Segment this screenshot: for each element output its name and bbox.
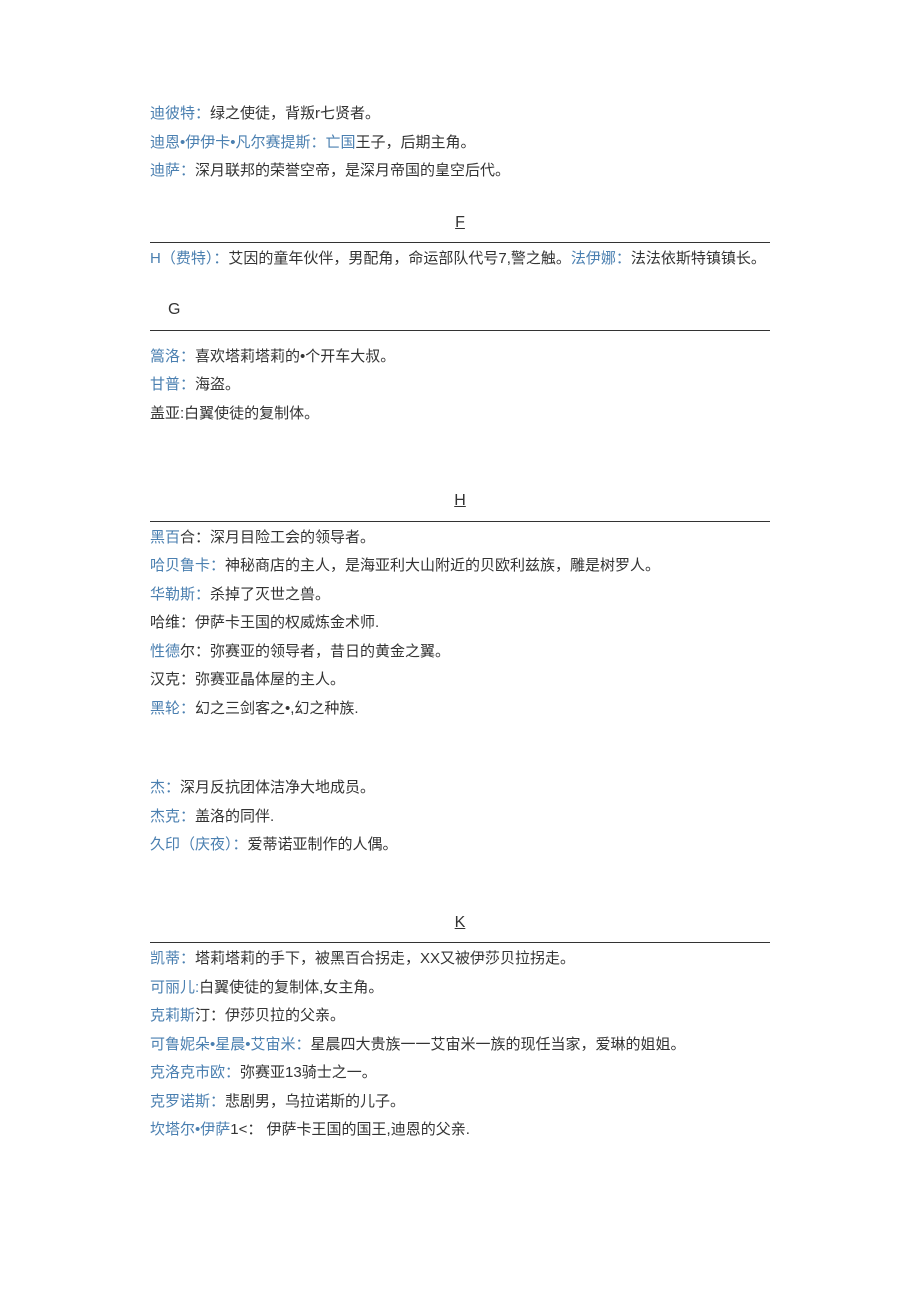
entry: 甘普：海盗。	[150, 371, 770, 400]
entry-name: 久印（庆夜）：	[150, 836, 248, 853]
entry-name: H（费特）：	[150, 250, 228, 267]
entry-name: 坎塔尔•伊萨	[150, 1121, 230, 1138]
entry-desc: 1<： 伊萨卡王国的国王,迪恩的父亲.	[230, 1121, 470, 1138]
entry-desc: 喜欢塔莉塔莉的•个开车大叔。	[195, 348, 395, 365]
spacer	[150, 729, 770, 774]
entry-desc: 尔：弥赛亚的领导者，昔日的黄金之翼。	[180, 643, 450, 660]
entry: 黑轮：幻之三剑客之•,幻之种族.	[150, 695, 770, 724]
entry: 迪彼特：绿之使徒，背叛r七贤者。	[150, 100, 770, 129]
entry: 华勒斯：杀掉了灭世之兽。	[150, 581, 770, 610]
entry-name: 杰：	[150, 779, 180, 796]
entry: 杰克：盖洛的同伴.	[150, 803, 770, 832]
entry: 克莉斯汀：伊莎贝拉的父亲。	[150, 1002, 770, 1031]
entry-name: 凯蒂：	[150, 950, 195, 967]
entry-name: 可丽儿:	[150, 979, 199, 996]
entry: 哈维：伊萨卡王国的权威炼金术师.	[150, 609, 770, 638]
entry: 盖亚:白翼使徒的复制体。	[150, 400, 770, 429]
entry-desc: 盖洛的同伴.	[195, 808, 274, 825]
entry: 杰：深月反抗团体洁净大地成员。	[150, 774, 770, 803]
entry: 久印（庆夜）：爱蒂诺亚制作的人偶。	[150, 831, 770, 860]
entry-name: 可鲁妮朵•星晨•艾宙米：	[150, 1036, 311, 1053]
entry-desc: 白翼使徒的复制体,女主角。	[199, 979, 383, 996]
entry-name: 甘普：	[150, 376, 195, 393]
entry-name: 克洛克市欧：	[150, 1064, 240, 1081]
divider	[150, 521, 770, 522]
entry-name: 华勒斯：	[150, 586, 210, 603]
entry-name: 性德	[150, 643, 180, 660]
entry-name: 黑轮：	[150, 700, 195, 717]
entry-name: 黑百	[150, 529, 180, 546]
entry: 凯蒂：塔莉塔莉的手下，被黑百合拐走，XX又被伊莎贝拉拐走。	[150, 945, 770, 974]
entry-name: 哈贝鲁卡：	[150, 557, 225, 574]
entry-desc: 杀掉了灭世之兽。	[210, 586, 330, 603]
entry-desc: 海盗。	[195, 376, 240, 393]
entries-j: 杰：深月反抗团体洁净大地成员。 杰克：盖洛的同伴. 久印（庆夜）：爱蒂诺亚制作的…	[150, 774, 770, 860]
entry-name: 杰克：	[150, 808, 195, 825]
entry: 可丽儿:白翼使徒的复制体,女主角。	[150, 974, 770, 1003]
entry: 黑百合：深月目险工会的领导者。	[150, 524, 770, 553]
spacer	[150, 434, 770, 464]
section-letter-f: F	[150, 208, 770, 238]
divider	[150, 942, 770, 943]
entry-desc: 弥赛亚13骑士之一。	[240, 1064, 377, 1081]
entry-name: 克莉斯	[150, 1007, 195, 1024]
entry-desc: 星晨四大贵族一一艾宙米一族的现任当家，爱琳的姐姐。	[311, 1036, 686, 1053]
entries-top: 迪彼特：绿之使徒，背叛r七贤者。 迪恩•伊伊卡•凡尔赛提斯：亡国王子，后期主角。…	[150, 100, 770, 186]
divider	[150, 330, 770, 331]
entry: 克罗诺斯：悲剧男，乌拉诺斯的儿子。	[150, 1088, 770, 1117]
entry-name: 迪萨：	[150, 162, 195, 179]
entry-name: 迪恩•伊伊卡•凡尔赛提斯：	[150, 134, 326, 151]
entry-desc: 法法依斯特镇镇长。	[631, 250, 766, 267]
entry-desc: 王子，后期主角。	[356, 134, 476, 151]
entry-desc: 爱蒂诺亚制作的人偶。	[248, 836, 398, 853]
entry-desc: 汀：伊莎贝拉的父亲。	[195, 1007, 345, 1024]
entry: 坎塔尔•伊萨1<： 伊萨卡王国的国王,迪恩的父亲.	[150, 1116, 770, 1145]
entry-desc: 汉克：弥赛亚晶体屋的主人。	[150, 671, 345, 688]
entry: 篙洛：喜欢塔莉塔莉的•个开车大叔。	[150, 343, 770, 372]
spacer	[150, 333, 770, 343]
entry-desc: 深月联邦的荣誉空帝，是深月帝国的皇空后代。	[195, 162, 510, 179]
entry-desc: 塔莉塔莉的手下，被黑百合拐走，XX又被伊莎贝拉拐走。	[195, 950, 575, 967]
entries-g: 篙洛：喜欢塔莉塔莉的•个开车大叔。 甘普：海盗。 盖亚:白翼使徒的复制体。	[150, 343, 770, 429]
section-letter-k: K	[150, 908, 770, 938]
entry-desc: 哈维：伊萨卡王国的权威炼金术师.	[150, 614, 379, 631]
entry: 性德尔：弥赛亚的领导者，昔日的黄金之翼。	[150, 638, 770, 667]
entry-name: 篙洛：	[150, 348, 195, 365]
entry: 汉克：弥赛亚晶体屋的主人。	[150, 666, 770, 695]
spacer	[150, 866, 770, 886]
entry: 哈贝鲁卡：神秘商店的主人，是海亚利大山附近的贝欧利兹族，雕是树罗人。	[150, 552, 770, 581]
entry-desc: 艾因的童年伙伴，男配角，命运部队代号7,警之触。	[228, 250, 571, 267]
divider	[150, 242, 770, 243]
entry: 可鲁妮朵•星晨•艾宙米：星晨四大贵族一一艾宙米一族的现任当家，爱琳的姐姐。	[150, 1031, 770, 1060]
entry-desc: 神秘商店的主人，是海亚利大山附近的贝欧利兹族，雕是树罗人。	[225, 557, 660, 574]
entry: 迪萨：深月联邦的荣誉空帝，是深月帝国的皇空后代。	[150, 157, 770, 186]
entries-f: H（费特）：艾因的童年伙伴，男配角，命运部队代号7,警之触。法伊娜：法法依斯特镇…	[150, 245, 770, 274]
entry-name2: 亡国	[326, 134, 356, 151]
section-letter-h: H	[150, 486, 770, 516]
section-letter-g: G	[150, 295, 770, 325]
entry-desc: 合：深月目险工会的领导者。	[180, 529, 375, 546]
entry-name: 迪彼特：	[150, 105, 210, 122]
entry: 克洛克市欧：弥赛亚13骑士之一。	[150, 1059, 770, 1088]
entry-desc: 悲剧男，乌拉诺斯的儿子。	[225, 1093, 405, 1110]
entries-h: 黑百合：深月目险工会的领导者。 哈贝鲁卡：神秘商店的主人，是海亚利大山附近的贝欧…	[150, 524, 770, 724]
entry-desc: 绿之使徒，背叛r七贤者。	[210, 105, 380, 122]
entry-desc: 幻之三剑客之•,幻之种族.	[195, 700, 359, 717]
entry-name: 法伊娜：	[571, 250, 631, 267]
entry-name: 克罗诺斯：	[150, 1093, 225, 1110]
entry: 迪恩•伊伊卡•凡尔赛提斯：亡国王子，后期主角。	[150, 129, 770, 158]
entry-desc: 深月反抗团体洁净大地成员。	[180, 779, 375, 796]
entries-k: 凯蒂：塔莉塔莉的手下，被黑百合拐走，XX又被伊莎贝拉拐走。 可丽儿:白翼使徒的复…	[150, 945, 770, 1145]
entry-desc: 盖亚:白翼使徒的复制体。	[150, 405, 319, 422]
